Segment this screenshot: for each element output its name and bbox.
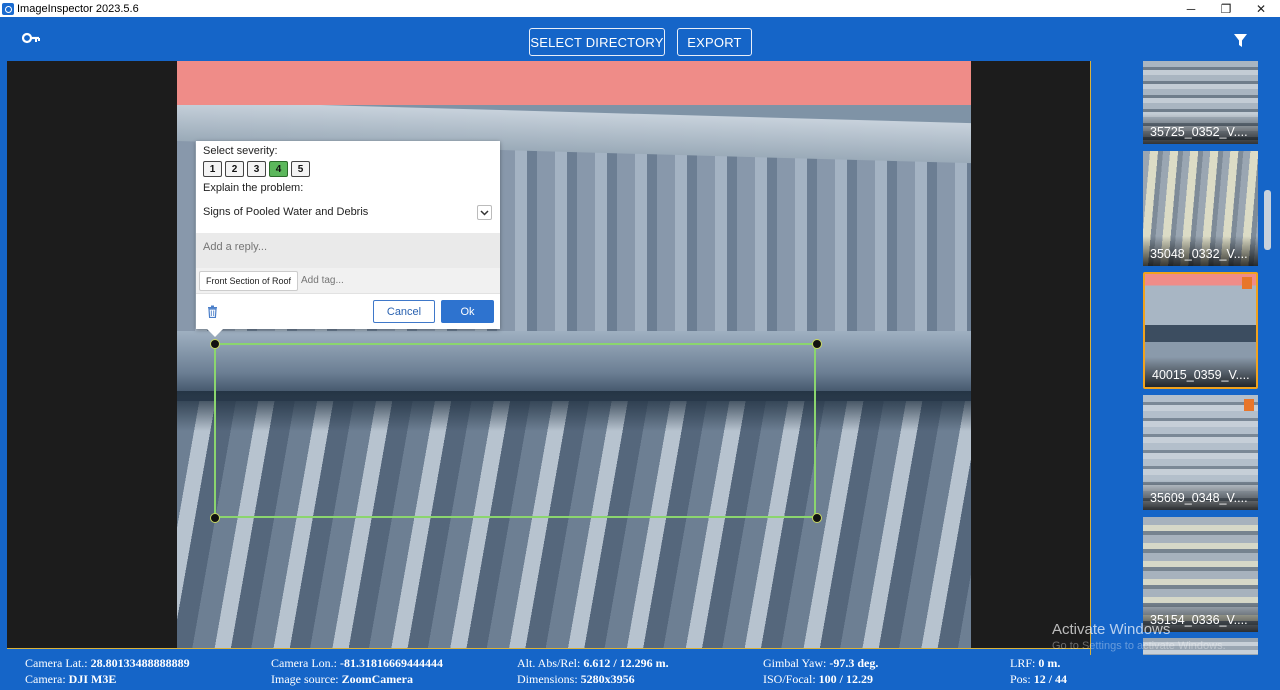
export-button[interactable]: EXPORT xyxy=(677,28,752,56)
image-source-field: Image source: ZoomCamera xyxy=(271,672,413,686)
explain-label: Explain the problem: xyxy=(203,182,304,194)
lrf-field: LRF: 0 m. xyxy=(1010,656,1061,670)
thumbnail-item[interactable]: 35609_0348_V.... xyxy=(1143,395,1258,510)
severity-5-button[interactable]: 5 xyxy=(291,161,310,177)
resize-handle-bottom-right[interactable] xyxy=(812,513,822,523)
vertical-guide-line xyxy=(1090,61,1091,655)
camera-lat-field: Camera Lat.: 28.80133488888889 xyxy=(25,656,190,670)
bookmark-icon xyxy=(1242,277,1252,289)
dimensions-field: Dimensions: 5280x3956 xyxy=(517,672,635,686)
minimize-button[interactable]: ─ xyxy=(1174,0,1208,17)
key-icon[interactable] xyxy=(22,31,40,45)
severity-3-button[interactable]: 3 xyxy=(247,161,266,177)
title-bar: ImageInspector 2023.5.6 ─ ❐ ✕ xyxy=(0,0,1280,17)
tag-area: Front Section of Roof xyxy=(196,268,500,294)
status-bar: Camera Lat.: 28.80133488888889 Camera: D… xyxy=(0,655,1280,690)
ok-button[interactable]: Ok xyxy=(441,300,494,323)
thumbnail-item[interactable]: 35048_0332_V.... xyxy=(1143,151,1258,266)
reply-input[interactable] xyxy=(203,241,483,253)
severity-2-button[interactable]: 2 xyxy=(225,161,244,177)
cancel-button[interactable]: Cancel xyxy=(373,300,435,323)
severity-4-button[interactable]: 4 xyxy=(269,161,288,177)
camera-lon-field: Camera Lon.: -81.31816669444444 xyxy=(271,656,443,670)
window-title: ImageInspector 2023.5.6 xyxy=(17,2,139,15)
resize-handle-bottom-left[interactable] xyxy=(210,513,220,523)
reply-area xyxy=(196,233,500,268)
camera-field: Camera: DJI M3E xyxy=(25,672,117,686)
tag-chip[interactable]: Front Section of Roof xyxy=(199,271,299,291)
restore-button[interactable]: ❐ xyxy=(1209,0,1243,17)
thumbnail-caption: 35048_0332_V.... xyxy=(1143,236,1258,266)
filter-icon[interactable] xyxy=(1233,33,1248,48)
thumbnail-caption: 35725_0352_V.... xyxy=(1143,114,1258,144)
resize-handle-top-left[interactable] xyxy=(210,339,220,349)
problem-select-value[interactable]: Signs of Pooled Water and Debris xyxy=(203,206,368,218)
iso-focal-field: ISO/Focal: 100 / 12.29 xyxy=(763,672,874,686)
annotation-popup: Select severity: 1 2 3 4 5 Explain the p… xyxy=(196,141,500,337)
bookmark-icon xyxy=(1244,399,1254,411)
severity-label: Select severity: xyxy=(203,145,278,157)
image-viewer[interactable] xyxy=(7,61,1091,649)
chevron-down-icon[interactable] xyxy=(477,205,492,220)
tag-input[interactable] xyxy=(301,275,481,286)
close-button[interactable]: ✕ xyxy=(1244,0,1278,17)
thumbnail-caption: 35609_0348_V.... xyxy=(1143,480,1258,510)
thumbnail-caption: 40015_0359_V.... xyxy=(1145,357,1256,387)
position-field: Pos: 12 / 44 xyxy=(1010,672,1068,686)
severity-selector: 1 2 3 4 5 xyxy=(203,161,310,177)
toolbar: SELECT DIRECTORY EXPORT xyxy=(0,17,1280,61)
horizontal-guide-line xyxy=(7,648,1091,649)
app-icon xyxy=(2,2,14,15)
thumbnail-item[interactable]: 35725_0352_V.... xyxy=(1143,61,1258,144)
annotation-box[interactable] xyxy=(214,343,816,518)
gimbal-yaw-field: Gimbal Yaw: -97.3 deg. xyxy=(763,656,879,670)
thumbnail-scrollbar[interactable] xyxy=(1264,190,1271,250)
thumbnail-item-selected[interactable]: 40015_0359_V.... xyxy=(1143,272,1258,389)
select-directory-button[interactable]: SELECT DIRECTORY xyxy=(529,28,665,56)
severity-1-button[interactable]: 1 xyxy=(203,161,222,177)
activate-windows-watermark: Activate Windows xyxy=(1052,621,1171,638)
resize-handle-top-right[interactable] xyxy=(812,339,822,349)
activate-windows-hint: Go to Settings to activate Windows. xyxy=(1052,640,1226,652)
trash-icon[interactable] xyxy=(207,305,218,318)
altitude-field: Alt. Abs/Rel: 6.612 / 12.296 m. xyxy=(517,656,669,670)
thumbnail-item[interactable]: 35154_0336_V.... xyxy=(1143,517,1258,632)
